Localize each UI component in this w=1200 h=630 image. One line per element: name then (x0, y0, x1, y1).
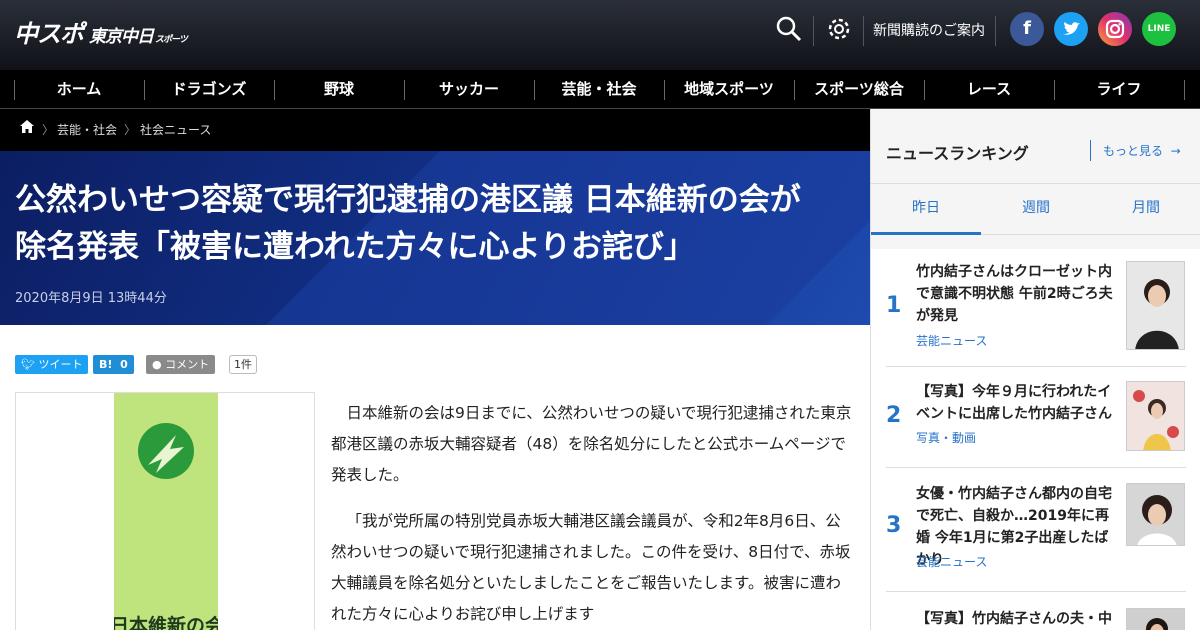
nav-item-race[interactable]: レース (924, 70, 1054, 109)
ranking-item[interactable]: 【写真】竹内結子さんの夫・中林大樹 (886, 592, 1186, 630)
photo-image: 日本維新の会 (114, 393, 218, 630)
nav-item-baseball[interactable]: 野球 (274, 70, 404, 109)
ranking-tabs: 昨日 週間 月間 (871, 183, 1200, 235)
comment-button[interactable]: ● コメント (146, 355, 216, 374)
ranking-thumbnail (1126, 483, 1185, 546)
arrow-right-icon: → (1170, 144, 1181, 158)
facebook-icon[interactable]: f (1010, 12, 1044, 46)
instagram-icon[interactable] (1098, 12, 1132, 46)
nav-item-entertainment[interactable]: 芸能・社会 (534, 70, 664, 109)
header-divider (995, 16, 996, 46)
breadcrumb-item[interactable]: 社会ニュース (140, 121, 211, 138)
ranking-thumbnail (1126, 261, 1185, 350)
article-paragraph: 「我が党所属の特別党員赤坂大輔港区議会議員が、令和2年8月6日、公然わいせつの疑… (331, 512, 851, 623)
rank-number: 3 (886, 513, 902, 538)
site-header: 中スポ 東京中日 スポーツ 新聞購読のご案内 f LINE (0, 0, 1200, 70)
home-icon[interactable] (20, 120, 34, 136)
article-body: 日本維新の会は9日までに、公然わいせつの疑いで現行犯逮捕された東京都港区議の赤坂… (331, 398, 855, 630)
search-icon[interactable] (774, 14, 804, 44)
site-logo[interactable]: 中スポ 東京中日 スポーツ (14, 14, 188, 49)
article-paragraph: 日本維新の会は9日までに、公然わいせつの疑いで現行犯逮捕された東京都港区議の赤坂… (331, 404, 852, 484)
subscribe-link[interactable]: 新聞購読のご案内 (873, 20, 985, 40)
tab-yesterday[interactable]: 昨日 (871, 184, 981, 235)
speech-bubble-icon: ● (152, 358, 162, 371)
more-link[interactable]: もっと見る → (1103, 142, 1181, 159)
tab-weekly[interactable]: 週間 (981, 184, 1091, 235)
photo-sign-text: 日本維新の会 (114, 615, 218, 630)
nav-item-soccer[interactable]: サッカー (404, 70, 534, 109)
ranking-item-title: 竹内結子さんはクローゼット内で意識不明状態 午前2時ごろ夫が発見 (916, 264, 1113, 324)
article-hero: 公然わいせつ容疑で現行犯逮捕の港区議 日本維新の会が 除名発表「被害に遭われた方… (0, 151, 870, 325)
ranking-sidebar: ニュースランキング もっと見る → 昨日 週間 月間 1 竹内結子さんはクローゼ… (870, 109, 1200, 630)
article-photo[interactable]: 日本維新の会 (15, 392, 315, 630)
ranking-title: ニュースランキング (886, 144, 1029, 163)
chevron-right-icon: 〉 (124, 123, 137, 137)
ranking-item-title: 【写真】今年９月に行われたイベントに出席した竹内結子さん (916, 384, 1112, 422)
ranking-item-title: 【写真】竹内結子さんの夫・中林大樹 (916, 611, 1112, 627)
tab-monthly[interactable]: 月間 (1091, 184, 1200, 235)
ranking-item-category: 写真・動画 (916, 431, 977, 445)
breadcrumb-item[interactable]: 芸能・社会 (57, 121, 117, 138)
chevron-right-icon: 〉 (42, 123, 55, 137)
ranking-thumbnail (1126, 381, 1185, 451)
nav-item-home[interactable]: ホーム (14, 70, 144, 109)
ranking-item-category: 芸能ニュース (916, 555, 988, 569)
twitter-icon[interactable] (1054, 12, 1088, 46)
hatena-bookmark-button[interactable]: B! 0 (93, 355, 134, 374)
twitter-icon: 🐦︎ (21, 358, 35, 371)
line-icon[interactable]: LINE (1142, 12, 1176, 46)
article-headline: 公然わいせつ容疑で現行犯逮捕の港区議 日本維新の会が 除名発表「被害に遭われた方… (15, 182, 801, 265)
tweet-button[interactable]: 🐦︎ ツイート (15, 355, 89, 374)
article-date: 2020年8月9日 13時44分 (15, 291, 167, 306)
nav-item-dragons[interactable]: ドラゴンズ (144, 70, 274, 109)
ranking-item[interactable]: 1 竹内結子さんはクローゼット内で意識不明状態 午前2時ごろ夫が発見 芸能ニュー… (886, 249, 1186, 367)
ranking-item[interactable]: 2 【写真】今年９月に行われたイベントに出席した竹内結子さん 写真・動画 (886, 367, 1186, 468)
rank-number: 2 (886, 403, 902, 428)
nav-item-general-sports[interactable]: スポーツ総合 (794, 70, 924, 109)
header-divider (863, 16, 864, 46)
main-nav: ホーム ドラゴンズ 野球 サッカー 芸能・社会 地域スポーツ スポーツ総合 レー… (0, 70, 1200, 109)
party-logo-icon (138, 423, 194, 479)
breadcrumb: 〉 芸能・社会 〉 社会ニュース (0, 109, 870, 151)
header-divider (813, 16, 814, 46)
ranking-item-category: 芸能ニュース (916, 334, 988, 348)
more-divider (1090, 140, 1091, 161)
nav-divider (1184, 80, 1185, 100)
nav-item-local-sports[interactable]: 地域スポーツ (664, 70, 794, 109)
ranking-list: 1 竹内結子さんはクローゼット内で意識不明状態 午前2時ごろ夫が発見 芸能ニュー… (871, 249, 1200, 630)
ranking-item[interactable]: 3 女優・竹内結子さん都内の自宅で死亡、自殺か…2019年に再婚 今年1月に第2… (886, 468, 1186, 592)
nav-item-life[interactable]: ライフ (1054, 70, 1184, 109)
ranking-thumbnail (1126, 608, 1185, 630)
rank-number: 1 (886, 293, 902, 318)
comment-count: 1件 (229, 355, 257, 374)
gear-icon[interactable] (824, 14, 854, 44)
